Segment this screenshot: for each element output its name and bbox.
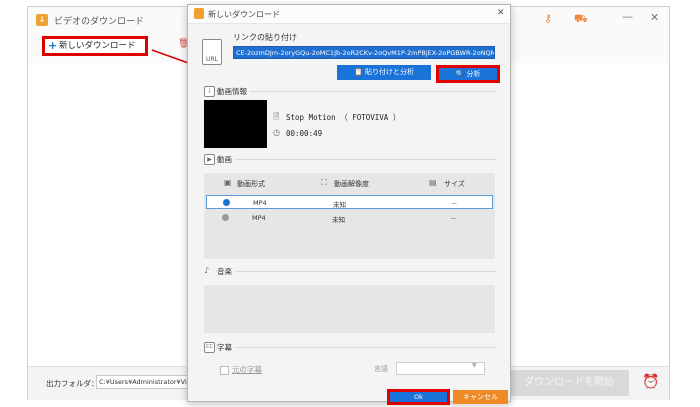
minimize-icon[interactable]: — [622, 10, 633, 23]
paste-and-analyze-button[interactable]: 📋 貼り付けと分析 [337, 65, 431, 80]
file-icon: 🗎 [273, 112, 280, 121]
video-format-table: ▣ 動画形式 ⛶ 動画解像度 ▤ サイズ MP4 未知 -- MP4 未知 -- [204, 173, 495, 259]
row-resolution: 未知 [333, 201, 346, 209]
close-icon[interactable]: ✕ [497, 8, 505, 18]
app-logo-icon [194, 8, 204, 19]
column-header-size: サイズ [444, 180, 465, 188]
row-size: -- [452, 199, 457, 207]
column-header-resolution: 動画解像度 [334, 180, 369, 188]
cc-icon: CC [204, 342, 215, 353]
alarm-clock-icon[interactable]: ⏰ [642, 374, 659, 390]
clock-icon: ◷ [273, 128, 280, 137]
cancel-button[interactable]: キャンセル [453, 390, 508, 404]
main-window-title: ビデオのダウンロード [54, 17, 145, 27]
plus-icon: + [48, 39, 58, 52]
table-row[interactable]: MP4 未知 -- [206, 211, 493, 225]
search-icon: 🔍 [455, 70, 467, 78]
analyze-button[interactable]: 🔍 分析 [436, 65, 500, 83]
analyze-label: 分析 [466, 70, 481, 78]
video-thumbnail [204, 100, 267, 148]
divider [216, 347, 496, 348]
new-download-dialog: 新しいダウンロード ✕ URL リンクの貼り付け CE-2ozmDJm-2ory… [187, 4, 511, 405]
divider [216, 91, 496, 92]
divider [216, 271, 496, 272]
audio-section-label: 音楽 [217, 266, 235, 277]
output-folder-label: 出力フォルダ： [46, 379, 99, 388]
table-row[interactable]: MP4 未知 -- [206, 195, 493, 209]
video-duration: 00:00:49 [286, 129, 323, 138]
chevron-down-icon[interactable]: ▼ [472, 362, 477, 369]
format-icon: ▣ [224, 178, 232, 187]
cart-icon[interactable]: ⛟ [574, 12, 588, 27]
close-icon[interactable]: ✕ [650, 11, 659, 24]
subtitle-section-label: 字幕 [217, 342, 235, 353]
video-info-label: 動画情報 [217, 86, 250, 97]
column-header-format: 動画形式 [237, 180, 265, 188]
app-logo-icon: ↓ [36, 14, 48, 26]
output-folder-path[interactable]: C:¥Users¥Administrator¥Videos [96, 375, 190, 389]
original-subtitle-label: 元の字幕 [232, 365, 262, 374]
language-label: 言語 [374, 365, 388, 373]
row-format: MP4 [252, 214, 266, 222]
row-size: -- [451, 214, 456, 222]
divider [216, 159, 496, 160]
dialog-title-bar: 新しいダウンロード ✕ [188, 5, 510, 24]
video-section-label: 動画 [217, 154, 235, 165]
audio-list-area [204, 285, 495, 333]
info-icon: i [204, 86, 215, 97]
dialog-title: 新しいダウンロード [208, 10, 280, 19]
paste-and-analyze-label: 貼り付けと分析 [364, 68, 414, 76]
video-title: Stop Motion （ FOTOVIVA ） [286, 113, 401, 122]
key-icon[interactable]: ⚷ [544, 12, 552, 25]
new-download-label: 新しいダウンロード [59, 41, 136, 51]
link-file-icon: URL [202, 39, 222, 65]
start-download-button[interactable]: ダウンロードを開始 [509, 370, 629, 396]
paste-link-label: リンクの貼り付け [233, 33, 297, 42]
radio-unselected-icon[interactable] [222, 214, 229, 221]
row-format: MP4 [253, 199, 267, 207]
radio-selected-icon[interactable] [223, 199, 230, 206]
url-input[interactable]: CE-2ozmDJm-2oryGQu-2oMC1Jb-2oR2CKv-2oQvM… [233, 46, 495, 59]
original-subtitle-checkbox[interactable] [220, 366, 229, 375]
clipboard-icon: 📋 [354, 68, 365, 76]
row-resolution: 未知 [332, 216, 345, 224]
new-download-button[interactable]: + 新しいダウンロード [42, 36, 148, 56]
resolution-icon: ⛶ [321, 178, 327, 187]
ok-button[interactable]: Ok [387, 389, 450, 405]
video-icon: ▶ [204, 154, 215, 165]
size-icon: ▤ [429, 178, 437, 187]
music-note-icon: ♪ [204, 266, 210, 275]
